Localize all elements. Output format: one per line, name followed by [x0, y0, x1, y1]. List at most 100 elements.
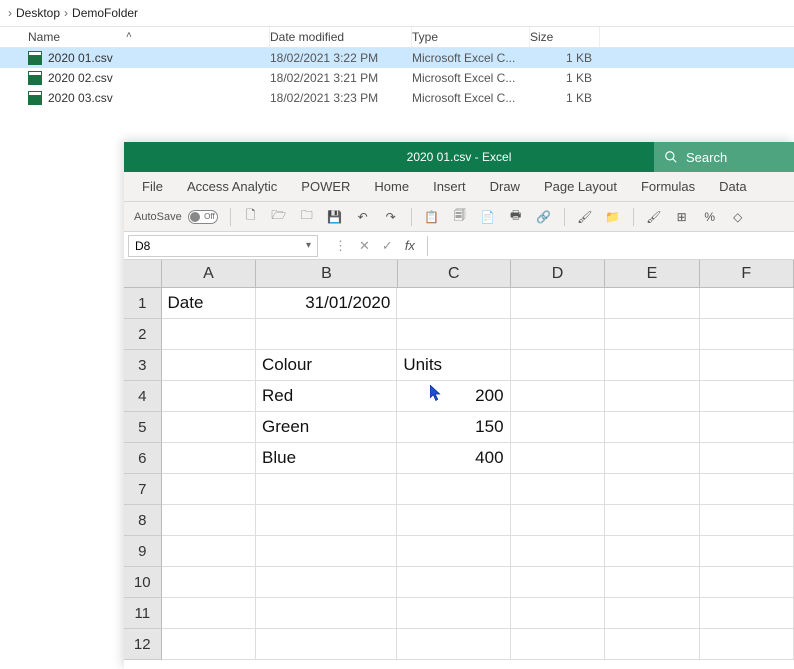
file-row[interactable]: 2020 01.csv 18/02/2021 3:22 PM Microsoft…	[0, 48, 794, 68]
row-header[interactable]: 2	[124, 319, 162, 350]
cell[interactable]	[605, 536, 699, 567]
cell[interactable]	[162, 350, 256, 381]
cell-b1[interactable]: 31/01/2020	[256, 288, 397, 319]
cell[interactable]	[511, 567, 605, 598]
tab-access-analytic[interactable]: Access Analytic	[187, 179, 277, 194]
cell[interactable]	[700, 288, 794, 319]
cell[interactable]	[511, 443, 605, 474]
col-header-f[interactable]: F	[700, 260, 794, 288]
cell[interactable]	[397, 536, 510, 567]
autosave-toggle[interactable]: AutoSave Off	[134, 210, 218, 224]
search-box[interactable]: Search	[654, 142, 794, 172]
cell[interactable]	[397, 505, 510, 536]
cell-b5[interactable]: Green	[256, 412, 397, 443]
cell[interactable]	[162, 598, 256, 629]
cell[interactable]	[511, 536, 605, 567]
col-header-d[interactable]: D	[511, 260, 605, 288]
cell[interactable]	[162, 474, 256, 505]
col-header-a[interactable]: A	[162, 260, 256, 288]
erase-icon[interactable]: ◇	[730, 209, 746, 225]
open-folder-icon[interactable]: 🗁	[271, 209, 287, 225]
paste-icon[interactable]: 📋	[424, 209, 440, 225]
row-header[interactable]: 4	[124, 381, 162, 412]
cell[interactable]	[256, 319, 397, 350]
row-header[interactable]: 8	[124, 505, 162, 536]
cell[interactable]	[397, 567, 510, 598]
col-name[interactable]: Name˄	[0, 27, 270, 47]
col-header-c[interactable]: C	[398, 260, 511, 288]
select-all-triangle[interactable]	[124, 260, 162, 288]
cell[interactable]	[256, 629, 397, 660]
breadcrumb-folder[interactable]: DemoFolder	[70, 6, 140, 20]
cell[interactable]	[511, 474, 605, 505]
cell[interactable]	[397, 598, 510, 629]
cell-a1[interactable]: Date	[162, 288, 256, 319]
cell[interactable]	[605, 567, 699, 598]
row-header[interactable]: 7	[124, 474, 162, 505]
row-header[interactable]: 11	[124, 598, 162, 629]
col-date[interactable]: Date modified	[270, 27, 412, 47]
row-header[interactable]: 6	[124, 443, 162, 474]
file-row[interactable]: 2020 02.csv 18/02/2021 3:21 PM Microsoft…	[0, 68, 794, 88]
cell-b3[interactable]: Colour	[256, 350, 397, 381]
link-icon[interactable]: 🔗	[536, 209, 552, 225]
tab-formulas[interactable]: Formulas	[641, 179, 695, 194]
cell[interactable]	[700, 381, 794, 412]
print-icon[interactable]: 🖶	[508, 209, 524, 225]
cell[interactable]	[700, 536, 794, 567]
cell[interactable]	[397, 629, 510, 660]
col-header-b[interactable]: B	[256, 260, 398, 288]
tab-power[interactable]: POWER	[301, 179, 350, 194]
formula-dots-icon[interactable]: ⋮	[334, 238, 347, 254]
row-header[interactable]: 9	[124, 536, 162, 567]
cell[interactable]	[511, 319, 605, 350]
row-header[interactable]: 1	[124, 288, 162, 319]
cell-c5[interactable]: 150	[397, 412, 510, 443]
cancel-icon[interactable]: ✕	[359, 238, 370, 254]
cell[interactable]	[700, 629, 794, 660]
format-painter-icon[interactable]: 🖌	[646, 209, 662, 225]
cell[interactable]	[397, 288, 510, 319]
cell[interactable]	[397, 319, 510, 350]
row-header[interactable]: 12	[124, 629, 162, 660]
redo-icon[interactable]: ↷	[383, 209, 399, 225]
enter-icon[interactable]: ✓	[382, 238, 393, 254]
cell[interactable]	[162, 536, 256, 567]
cell[interactable]	[700, 598, 794, 629]
tab-file[interactable]: File	[142, 179, 163, 194]
col-header-e[interactable]: E	[605, 260, 699, 288]
name-box[interactable]: D8 ▾	[128, 235, 318, 257]
cell[interactable]	[605, 443, 699, 474]
cell[interactable]	[700, 505, 794, 536]
file-row[interactable]: 2020 03.csv 18/02/2021 3:23 PM Microsoft…	[0, 88, 794, 108]
col-type[interactable]: Type	[412, 27, 530, 47]
cell[interactable]	[605, 319, 699, 350]
cell-c4[interactable]: 200	[397, 381, 510, 412]
percent-icon[interactable]: %	[702, 209, 718, 225]
cell[interactable]	[511, 598, 605, 629]
spreadsheet-grid[interactable]: A B C D E F 1 Date 31/01/2020 2 3 Colour…	[124, 260, 794, 660]
cell[interactable]	[397, 474, 510, 505]
cell[interactable]	[605, 381, 699, 412]
cell[interactable]	[511, 412, 605, 443]
breadcrumb[interactable]: › Desktop › DemoFolder	[0, 0, 794, 26]
cell[interactable]	[605, 412, 699, 443]
cell[interactable]	[256, 474, 397, 505]
tab-insert[interactable]: Insert	[433, 179, 466, 194]
cell[interactable]	[162, 567, 256, 598]
cell[interactable]	[511, 288, 605, 319]
col-size[interactable]: Size	[530, 27, 600, 47]
save-icon[interactable]: 💾	[327, 209, 343, 225]
cell[interactable]	[605, 505, 699, 536]
cell[interactable]	[700, 319, 794, 350]
cell[interactable]	[700, 350, 794, 381]
cell[interactable]	[605, 629, 699, 660]
tab-home[interactable]: Home	[374, 179, 409, 194]
cell-b4[interactable]: Red	[256, 381, 397, 412]
cell[interactable]	[511, 350, 605, 381]
tab-page-layout[interactable]: Page Layout	[544, 179, 617, 194]
row-header[interactable]: 5	[124, 412, 162, 443]
cell[interactable]	[700, 567, 794, 598]
cell[interactable]	[256, 567, 397, 598]
clipboard-icon[interactable]: 📄	[480, 209, 496, 225]
